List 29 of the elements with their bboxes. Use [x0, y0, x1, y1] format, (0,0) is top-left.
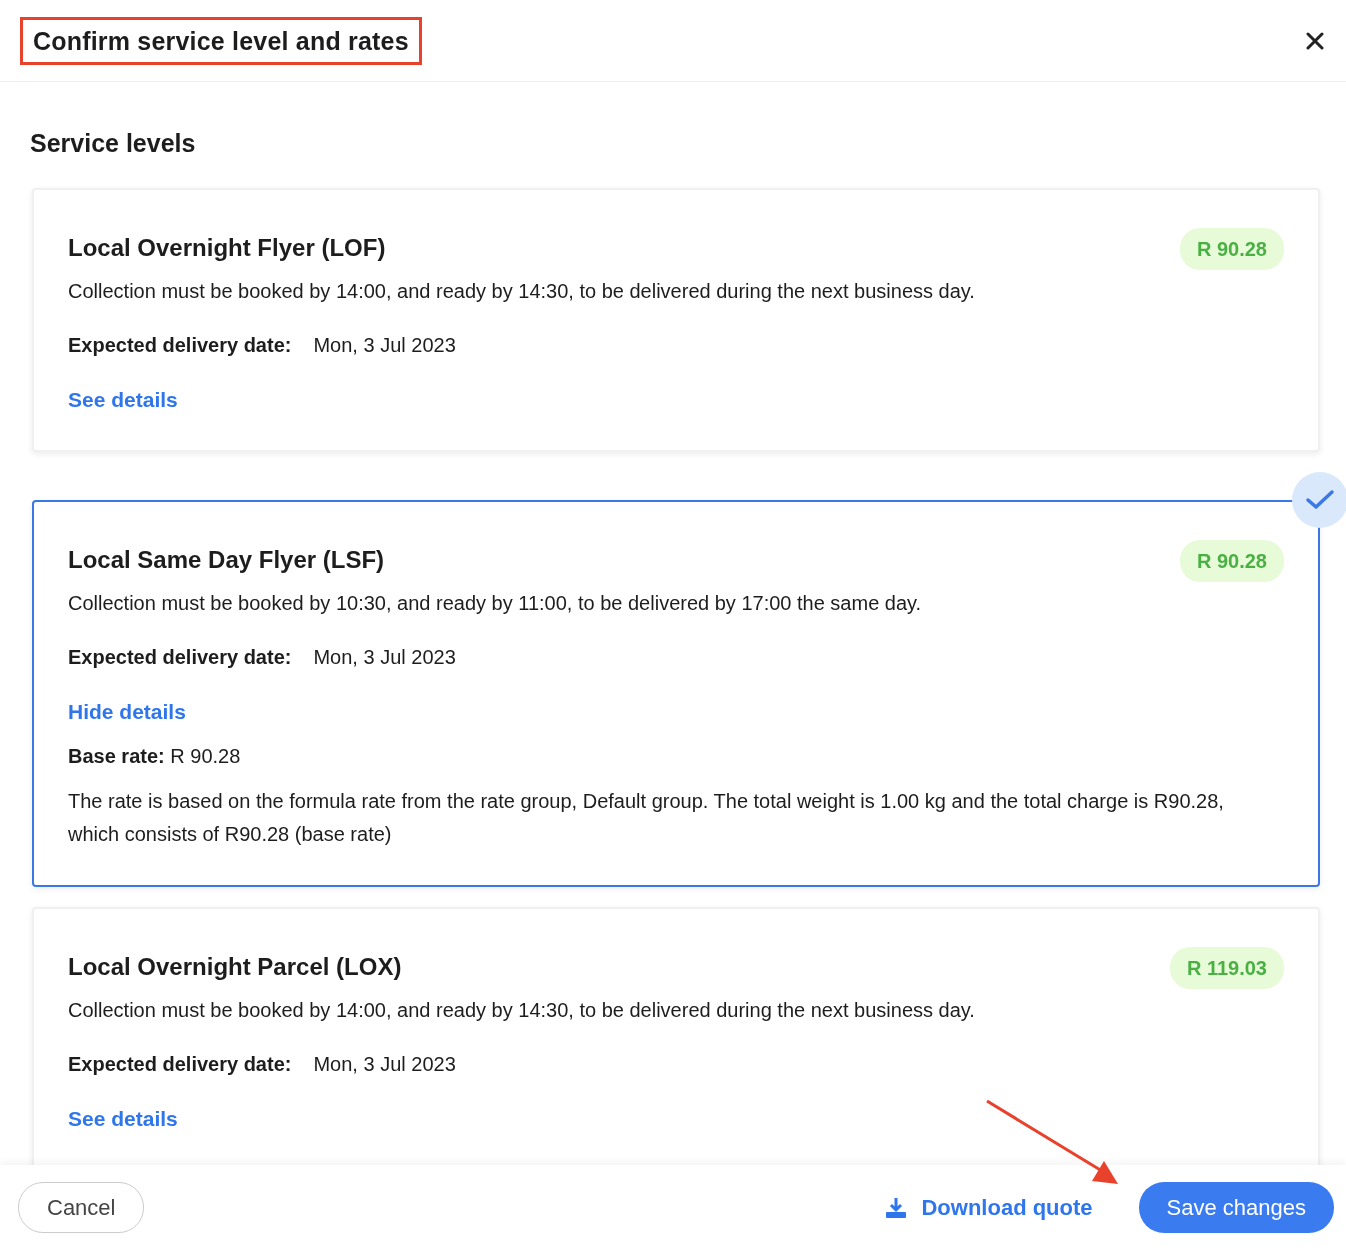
service-description: Collection must be booked by 14:00, and ready by 14:30, to be delivered during the next business day. — [68, 279, 976, 304]
download-icon — [885, 1196, 908, 1219]
service-card[interactable]: Local Overnight Flyer (LOF) R 90.28 Collection must be booked by 14:00, and ready by 14:30, to be delivered during the next business day. Expected delivery date: Mon, 3 Jul 2023 See details — [32, 188, 1320, 452]
download-quote-button[interactable]: Download quote — [879, 1190, 1099, 1225]
service-name: Local Overnight Flyer (LOF) — [68, 234, 386, 263]
base-rate: Base rate: R 90.28 — [68, 744, 242, 769]
section-title: Service levels — [30, 128, 197, 158]
service-name: Local Overnight Parcel (LOX) — [68, 953, 402, 982]
save-changes-button[interactable]: Save changes — [1138, 1182, 1334, 1233]
price-tag: R 119.03 — [1169, 947, 1284, 989]
delivery-date: Mon, 3 Jul 2023 — [313, 333, 456, 358]
delivery-date: Mon, 3 Jul 2023 — [313, 1052, 456, 1077]
dialog-title: Confirm service level and rates — [33, 25, 409, 56]
service-description: Collection must be booked by 10:30, and ready by 11:00, to be delivered by 17:00 the same day. — [68, 590, 923, 616]
delivery-label: Expected delivery date: — [68, 1052, 292, 1077]
delivery-date: Mon, 3 Jul 2023 — [313, 644, 456, 670]
cancel-button[interactable]: Cancel — [18, 1182, 145, 1233]
service-card[interactable]: Local Overnight Parcel (LOX) R 119.03 Collection must be booked by 14:00, and ready by 14:30, to be delivered during the next business day. Expected delivery date: Mon, 3 Jul 2023 See details — [32, 907, 1320, 1165]
rate-explanation: The rate is based on the formula rate from the rate group, Default group. The total weight is 1.00 kg and the total charge is R90.28, which consists of R90.28 (base rate) — [68, 789, 1225, 847]
service-card[interactable] — [32, 499, 1320, 887]
price-tag: R 90.28 — [1179, 228, 1284, 270]
service-description: Collection must be booked by 14:00, and ready by 14:30, to be delivered during the next business day. — [68, 998, 976, 1023]
service-name: Local Same Day Flyer (LSF) — [68, 545, 385, 575]
delivery-label: Expected delivery date: — [68, 333, 292, 358]
details-link[interactable]: See details — [68, 1103, 178, 1135]
details-link[interactable]: See details — [68, 384, 178, 416]
price-tag: R 90.28 — [1179, 539, 1284, 582]
details-link[interactable]: Hide details — [68, 695, 186, 727]
delivery-label: Expected delivery date: — [68, 644, 292, 670]
